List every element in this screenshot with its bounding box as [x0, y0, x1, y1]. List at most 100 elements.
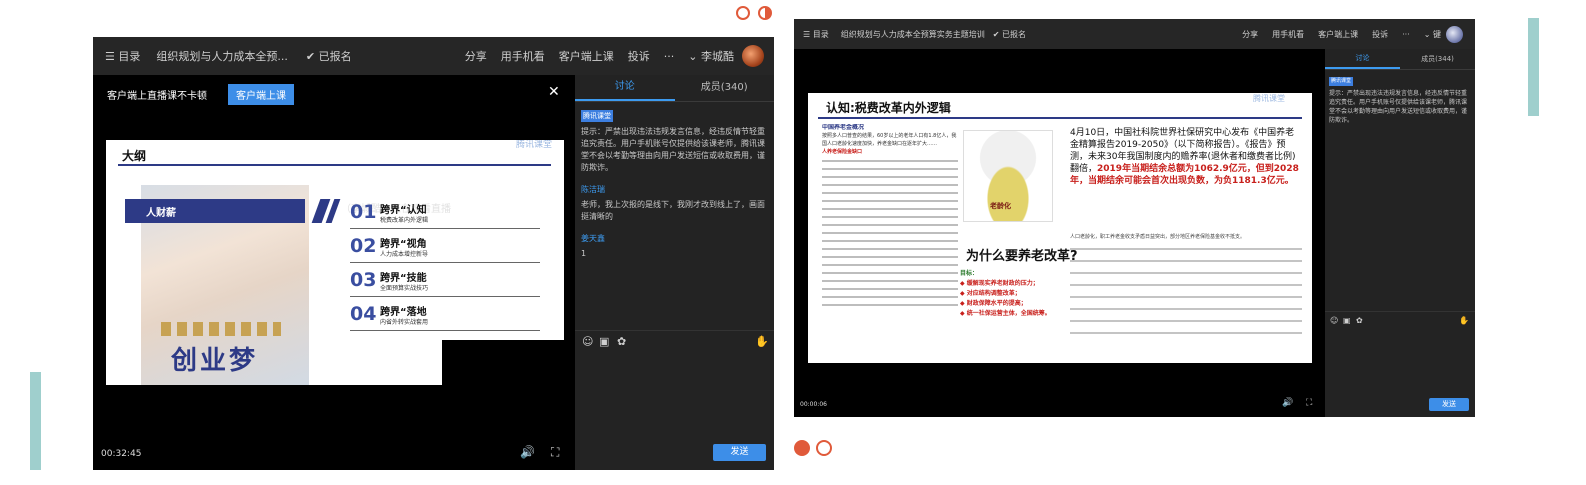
video-area[interactable]: 客户端上直播课不卡顿 客户端上课 ✕ 大纲 腾讯课堂 （李城酷）正在观看直播 创… — [93, 75, 575, 470]
emoji-icon[interactable]: ☺ — [582, 335, 593, 348]
chat-message: 老师，我上次报的是线下，我刚才改到线上了，画面挺清晰的 — [581, 200, 765, 221]
outline-line — [350, 296, 540, 297]
chat-toolbar-divider — [575, 330, 774, 331]
reasons-heading: 目标： — [960, 270, 979, 277]
slide-left-label: 人财薪 — [146, 208, 176, 219]
mobile-view-button[interactable]: 用手机看 — [1272, 29, 1304, 40]
complaint-button[interactable]: 投诉 — [628, 48, 650, 64]
play-time: 00:32:45 — [101, 449, 142, 459]
menu-button[interactable]: ☰ 目录 — [803, 29, 829, 40]
volume-icon[interactable]: 🔊 — [520, 445, 535, 459]
video-area[interactable]: 认知:税费改革内外逻辑 腾讯课堂 中国养老金概况 按照多人口普查的结果，60岁以… — [794, 49, 1325, 417]
tab-members[interactable]: 成员(344) — [1400, 49, 1475, 69]
deco-circle-filled — [794, 440, 810, 456]
deco-circle-outline-2 — [816, 440, 832, 456]
left-window: ☰ 目录 组织规划与人力成本全预... ✔ 已报名 分享 用手机看 客户端上课 … — [93, 37, 774, 470]
play-time: 00:00:06 — [800, 401, 827, 408]
send-button[interactable]: 发送 — [713, 444, 766, 461]
small-text-block: 人口老龄化，职工养老金收支矛盾日益突出，部分地区养老保险基金收不抵支。 — [1070, 233, 1302, 358]
chat-toolbar-divider — [1325, 311, 1475, 312]
chat-area: 腾讯课堂 提示：严禁出现违法违规发言信息，经违反情节轻重追究责任。用户手机账号仅… — [1325, 70, 1475, 131]
article-text: 按照多人口普查的结果，60岁以上的老年人口有1.8亿人，我国人口老龄化速度加快，… — [822, 133, 957, 147]
image-icon[interactable]: ▣ — [599, 335, 609, 348]
fullscreen-icon[interactable]: ⛶ — [1306, 398, 1312, 408]
reason-item: ◆ 对应结构调整改革； — [960, 290, 1021, 297]
outline-title: 跨界“认知 — [380, 205, 427, 216]
close-icon[interactable]: ✕ — [548, 84, 560, 100]
reason-item: ◆ 缓解现实养老财政的压力； — [960, 280, 1039, 287]
share-button[interactable]: 分享 — [1242, 29, 1258, 40]
avatar[interactable] — [742, 45, 764, 67]
volume-icon[interactable]: 🔊 — [1282, 398, 1293, 408]
tab-members[interactable]: 成员(340) — [675, 75, 775, 101]
user-name[interactable]: ⌄ 李城酷 — [688, 48, 734, 64]
slide-outline: 大纲 腾讯课堂 （李城酷）正在观看直播 创业梦 人财薪 01 跨界“认知 税费改… — [106, 140, 564, 385]
outline-sub: 人力成本增控新导 — [380, 251, 429, 258]
tab-discuss[interactable]: 讨论 — [575, 75, 675, 101]
outline-num: 01 — [350, 201, 377, 223]
complaint-button[interactable]: 投诉 — [1372, 29, 1388, 40]
slide-watermark: 腾讯课堂 — [516, 140, 553, 150]
notice-tag: 腾讯课堂 — [581, 110, 613, 122]
slide-title-underline — [118, 164, 551, 166]
outline-sub: 内省外转实战套用 — [380, 319, 429, 326]
slide-title: 认知:税费改革内外逻辑 — [826, 101, 951, 115]
mobile-view-button[interactable]: 用手机看 — [501, 48, 545, 64]
course-title: 组织规划与人力成本全预算实务主题培训 — [840, 29, 985, 39]
article-red-text: 人养老保险金缺口 — [822, 149, 863, 155]
slide-pension-reform: 认知:税费改革内外逻辑 腾讯课堂 中国养老金概况 按照多人口普查的结果，60岁以… — [808, 93, 1312, 363]
chat-user-name: 陈洁瑞 — [581, 185, 605, 194]
small-text: 人口老龄化，职工养老金收支矛盾日益突出，部分地区养老保险基金收不抵支。 — [1070, 234, 1246, 240]
enrolled-badge: ✔ 已报名 — [992, 29, 1026, 39]
user-name[interactable]: ⌄ 键 — [1424, 29, 1441, 40]
slide-title: 大纲 — [122, 149, 147, 163]
article-column: 中国养老金概况 按照多人口普查的结果，60岁以上的老年人口有1.8亿人，我国人口… — [822, 124, 958, 359]
main-text-block: 4月10日，中国社科院世界社保研究中心发布《中国养老金精算报告2019-2050… — [1070, 127, 1302, 187]
fullscreen-icon[interactable]: ⛶ — [551, 445, 559, 460]
outline-num: 02 — [350, 235, 377, 257]
deco-circle-outline — [736, 6, 750, 20]
reasons-list: 目标： ◆ 缓解现实养老财政的压力； ◆ 对应结构调整改革； ◆ 财政保障水平的… — [960, 269, 1075, 319]
slide-title-underline — [818, 117, 1302, 119]
right-sidebar: 讨论 成员(344) 腾讯课堂 提示：严禁出现违法违规发言信息，经违反情节轻重追… — [1325, 49, 1475, 417]
reason-item: ◆ 财政保障水平的提高； — [960, 300, 1027, 307]
tab-discuss[interactable]: 讨论 — [1325, 49, 1400, 69]
left-sidebar: 讨论 成员(340) 腾讯课堂 提示：严禁出现违法违规发言信息，经违反情节轻重追… — [575, 75, 774, 470]
chat-user-name: 姜天鑫 — [581, 234, 605, 243]
deco-circle-half — [758, 6, 772, 20]
right-window: ☰ 目录 组织规划与人力成本全预算实务主题培训 ✔ 已报名 分享 用手机看 客户… — [794, 19, 1475, 417]
outline-num: 03 — [350, 269, 377, 291]
more-button[interactable]: ··· — [1402, 30, 1410, 39]
image-icon[interactable]: ▣ — [1343, 316, 1351, 325]
hand-icon[interactable]: ✋ — [1459, 316, 1469, 325]
client-class-button[interactable]: 客户端上课 — [559, 48, 614, 64]
share-button[interactable]: 分享 — [465, 48, 487, 64]
flower-icon[interactable]: ✿ — [617, 335, 626, 348]
article-heading: 中国养老金概况 — [822, 124, 865, 131]
article-filler — [822, 160, 958, 310]
flower-icon[interactable]: ✿ — [1356, 316, 1363, 325]
notice-text: 提示：严禁出现违法违规发言信息，经违反情节轻重追究责任。用户手机账号仅提供给该课… — [1329, 90, 1468, 124]
outline-title: 跨界“技能 — [380, 273, 427, 284]
deco-bar-right — [1528, 18, 1539, 116]
small-text-filler — [1070, 248, 1302, 338]
cartoon-label: 老龄化 — [990, 202, 1011, 210]
outline-line — [350, 330, 540, 331]
coins — [161, 322, 281, 336]
why-title: 为什么要养老改革? — [966, 249, 1078, 264]
more-button[interactable]: ··· — [664, 50, 675, 63]
outline-sub: 税费改革内外逻辑 — [380, 217, 429, 224]
chat-input[interactable] — [1325, 331, 1475, 391]
outline-title: 跨界“视角 — [380, 239, 427, 250]
hand-icon[interactable]: ✋ — [755, 335, 769, 348]
client-class-button[interactable]: 客户端上课 — [1318, 29, 1358, 40]
emoji-icon[interactable]: ☺ — [1330, 316, 1338, 325]
chat-input[interactable] — [575, 355, 774, 435]
menu-button[interactable]: ☰ 目录 — [105, 48, 140, 64]
client-class-banner-button[interactable]: 客户端上课 — [228, 84, 294, 105]
right-header: ☰ 目录 组织规划与人力成本全预算实务主题培训 ✔ 已报名 分享 用手机看 客户… — [794, 19, 1475, 49]
avatar[interactable] — [1446, 25, 1463, 43]
outline-sub: 全面预算实战技巧 — [380, 285, 429, 292]
send-button[interactable]: 发送 — [1429, 398, 1469, 411]
slide-watermark: 腾讯课堂 — [1253, 94, 1285, 103]
